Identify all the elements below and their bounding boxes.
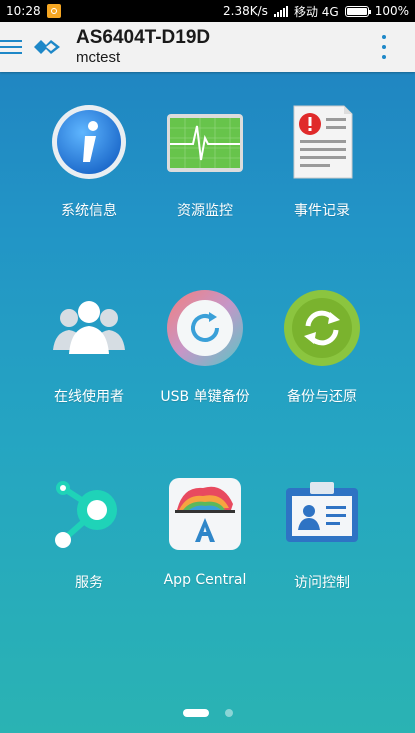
page-dot[interactable]	[224, 709, 233, 717]
tile-label: 在线使用者	[54, 389, 124, 405]
tile-services[interactable]: 服务	[29, 474, 149, 592]
access-control-icon	[286, 482, 358, 542]
network-speed: 2.38K/s	[223, 4, 268, 18]
monitor-icon	[167, 114, 243, 172]
device-name: AS6404T-D19D	[76, 27, 211, 49]
signal-icon	[273, 5, 288, 17]
app-central-icon	[169, 478, 241, 550]
battery-icon	[344, 5, 371, 17]
page-dot-active[interactable]	[182, 709, 209, 717]
tile-app-central[interactable]: App Central	[145, 474, 265, 588]
notification-icon	[46, 4, 61, 18]
tile-system-info[interactable]: 系统信息	[29, 102, 149, 220]
usb-backup-icon	[167, 290, 243, 366]
tile-backup-restore[interactable]: 备份与还原	[262, 288, 382, 406]
tile-label: 资源监控	[177, 203, 233, 219]
tile-label: 备份与还原	[287, 389, 357, 405]
status-bar: 10:28 2.38K/s 移动 4G 100%	[0, 0, 415, 22]
event-log-icon	[293, 105, 353, 179]
tile-event-log[interactable]: 事件记录	[262, 102, 382, 220]
carrier-label: 移动 4G	[293, 4, 339, 19]
overflow-menu-icon[interactable]	[381, 35, 387, 59]
asustor-logo	[34, 40, 60, 54]
tile-usb-backup[interactable]: USB 单键备份	[145, 288, 265, 406]
online-users-icon	[53, 301, 125, 354]
tile-resource-monitor[interactable]: 资源监控	[145, 102, 265, 220]
menu-icon[interactable]	[0, 37, 24, 57]
tile-access-control[interactable]: 访问控制	[262, 474, 382, 592]
page-indicator	[0, 709, 415, 717]
tile-label: App Central	[163, 572, 247, 588]
tile-label: USB 单键备份	[160, 389, 250, 405]
tile-label: 系统信息	[61, 203, 117, 219]
services-icon	[55, 481, 117, 548]
tile-label: 事件记录	[294, 203, 350, 219]
info-icon	[52, 105, 126, 179]
app-bar: AS6404T-D19D mctest	[0, 22, 415, 72]
tile-label: 服务	[75, 575, 103, 591]
backup-restore-icon	[284, 290, 360, 366]
user-name: mctest	[76, 49, 121, 67]
tile-label: 访问控制	[294, 575, 350, 591]
tile-online-users[interactable]: 在线使用者	[29, 288, 149, 406]
battery-level: 100%	[374, 4, 409, 18]
status-time: 10:28	[6, 4, 41, 18]
